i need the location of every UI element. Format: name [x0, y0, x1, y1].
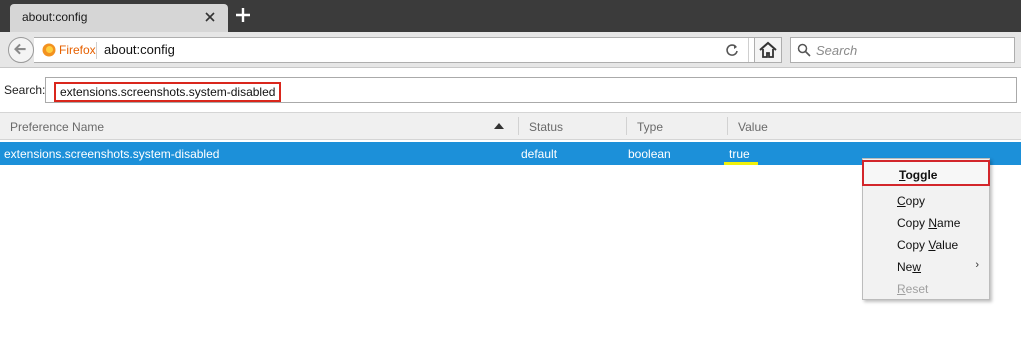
filter-label: Search: [4, 83, 46, 97]
firefox-logo-icon [42, 43, 56, 57]
config-filter-row: Search: extensions.screenshots.system-di… [0, 69, 1021, 111]
close-icon[interactable] [202, 9, 218, 25]
column-header-name[interactable]: Preference Name [10, 120, 104, 134]
url-divider [748, 38, 749, 62]
menu-item-copy[interactable]: Copy [863, 191, 989, 211]
reload-icon[interactable] [725, 43, 739, 57]
menu-item-label: Toggle [899, 168, 938, 182]
tab-about-config[interactable]: about:config [10, 4, 228, 32]
back-arrow-icon [14, 43, 26, 55]
nav-toolbar: Firefox about:config Search [0, 32, 1021, 68]
pref-name-cell: extensions.screenshots.system-disabled [4, 147, 220, 161]
column-separator [727, 117, 728, 135]
value-highlight-underline [724, 162, 758, 165]
menu-item-label: Copy Value [897, 238, 959, 252]
menu-item-reset: Reset [863, 279, 989, 299]
menu-item-label: New [897, 260, 922, 274]
pref-value-cell: true [729, 147, 750, 161]
home-button[interactable] [754, 37, 782, 63]
search-placeholder: Search [816, 43, 858, 58]
menu-item-label: Copy Name [897, 216, 961, 230]
column-header-status[interactable]: Status [529, 120, 563, 134]
context-menu: Toggle Copy Copy Name Copy Value New › R… [862, 158, 990, 300]
url-bar[interactable]: Firefox about:config [34, 37, 778, 63]
column-separator [626, 117, 627, 135]
pref-type-cell: boolean [628, 147, 671, 161]
menu-item-copy-name[interactable]: Copy Name [863, 213, 989, 233]
column-header-row: Preference Name Status Type Value [0, 112, 1021, 140]
menu-item-label: Copy [897, 194, 926, 208]
column-header-type[interactable]: Type [637, 120, 663, 134]
menu-item-new[interactable]: New › [863, 257, 989, 277]
chevron-right-icon: › [975, 259, 979, 271]
identity-label: Firefox [59, 43, 96, 57]
menu-item-copy-value[interactable]: Copy Value [863, 235, 989, 255]
url-text[interactable]: about:config [104, 42, 175, 57]
pref-status-cell: default [521, 147, 558, 161]
search-icon [797, 43, 811, 57]
filter-input[interactable]: extensions.screenshots.system-disabled [45, 77, 1017, 103]
tab-strip: about:config [0, 0, 1021, 32]
search-bar[interactable]: Search [790, 37, 1015, 63]
sort-ascending-icon [494, 123, 504, 129]
menu-item-toggle[interactable]: Toggle [862, 160, 990, 186]
back-button[interactable] [8, 37, 34, 63]
menu-item-label: Reset [897, 282, 929, 296]
column-separator [518, 117, 519, 135]
filter-value[interactable]: extensions.screenshots.system-disabled [54, 82, 282, 102]
column-header-value[interactable]: Value [738, 120, 768, 134]
plus-icon[interactable] [234, 6, 252, 24]
tab-title: about:config [22, 10, 88, 24]
home-icon [759, 41, 777, 58]
url-separator [96, 42, 97, 59]
